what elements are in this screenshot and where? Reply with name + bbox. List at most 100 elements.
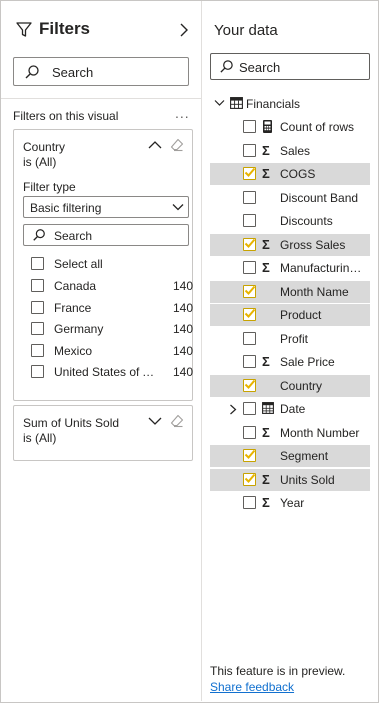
checkmark-icon (244, 473, 256, 483)
select-all-row[interactable]: Select all (23, 254, 189, 274)
field-checkbox[interactable] (243, 402, 256, 415)
chevron-down-icon[interactable] (148, 416, 162, 426)
field-item[interactable]: Count of rows (210, 116, 370, 138)
select-all-label: Select all (54, 257, 103, 271)
chevron-right-icon[interactable] (177, 22, 191, 38)
sigma-icon: Σ (262, 142, 270, 158)
checkbox[interactable] (31, 365, 44, 378)
list-item[interactable]: Germany 140 (23, 319, 193, 339)
country-search-input[interactable]: Search (23, 224, 189, 246)
eraser-icon[interactable] (170, 414, 184, 428)
field-checkbox[interactable] (243, 190, 256, 204)
search-icon (33, 229, 45, 241)
field-item[interactable]: Discounts (210, 210, 370, 232)
field-label: Count of rows (280, 120, 355, 134)
field-item[interactable]: Σ COGS (210, 163, 370, 185)
list-item-count: 140 (172, 279, 193, 293)
field-label: Month Name (280, 284, 349, 299)
table-name: Financials (246, 97, 301, 111)
checkbox[interactable] (31, 322, 44, 335)
checkbox[interactable] (31, 301, 44, 314)
preview-note: This feature is in preview. (210, 664, 346, 678)
chevron-down-icon (172, 204, 184, 211)
field-checkbox[interactable] (243, 261, 256, 274)
checkbox[interactable] (31, 279, 44, 292)
country-search-placeholder: Search (54, 229, 93, 243)
data-pane-title: Your data (214, 22, 278, 39)
units-sold-filter-card[interactable]: Sum of Units Sold is (All) (13, 405, 193, 461)
field-checkbox[interactable] (243, 120, 256, 133)
field-checkbox[interactable] (243, 496, 256, 509)
field-label: Gross Sales (280, 237, 346, 252)
data-pane: Your data Search Financials Count of row… (201, 1, 378, 701)
chevron-right-icon[interactable] (229, 404, 237, 415)
field-item[interactable]: Σ Units Sold (210, 468, 370, 491)
list-item[interactable]: United States of America 140 (23, 362, 193, 382)
field-item[interactable]: Month Name (210, 280, 370, 303)
filter-type-value: Basic filtering (30, 201, 102, 215)
search-icon (220, 60, 233, 73)
country-filter-card[interactable]: Country is (All) Filter type Basic filte… (13, 129, 193, 401)
list-item-count: 140 (172, 322, 193, 336)
checkmark-icon (244, 238, 256, 248)
list-item[interactable]: Canada 140 (23, 276, 193, 296)
list-item-label: Germany (54, 322, 104, 336)
sigma-icon: Σ (262, 471, 270, 487)
field-item[interactable]: Σ Month Number (210, 422, 370, 444)
field-checkbox[interactable] (243, 143, 256, 157)
more-options-icon[interactable]: ... (175, 105, 190, 121)
field-item[interactable]: Σ Gross Sales (210, 233, 370, 256)
field-item[interactable]: Country (210, 374, 370, 397)
field-item[interactable]: Date (210, 398, 370, 420)
share-feedback-link[interactable]: Share feedback (210, 680, 294, 694)
calendar-icon (262, 402, 274, 414)
field-item[interactable]: Σ Sales (210, 140, 370, 162)
list-item-label: United States of America (54, 365, 158, 379)
field-item[interactable]: Discount Band (210, 187, 370, 209)
filters-pane: Filters Search Filters on this visual ..… (1, 1, 201, 701)
list-item[interactable]: Mexico 140 (23, 341, 193, 361)
list-item-count: 140 (172, 301, 193, 315)
field-item[interactable]: Σ Year (210, 492, 370, 514)
field-checkbox[interactable] (243, 214, 256, 227)
eraser-icon[interactable] (170, 138, 184, 152)
checkbox[interactable] (31, 344, 44, 357)
field-label: Manufacturing Price (280, 261, 368, 275)
filters-search-input[interactable]: Search (13, 57, 189, 86)
field-label: Sales (280, 143, 311, 158)
filter-card-subtitle: is (All) (23, 155, 57, 169)
filter-card-title: Sum of Units Sold (23, 416, 120, 430)
checkmark-icon (244, 308, 256, 318)
field-item[interactable]: Σ Manufacturing Price (210, 257, 370, 279)
field-checkbox[interactable] (243, 331, 256, 345)
filter-type-dropdown[interactable]: Basic filtering (23, 196, 189, 218)
filter-card-title: Country (23, 140, 66, 154)
field-item[interactable]: Product (210, 304, 370, 326)
field-checkbox[interactable] (243, 355, 256, 368)
field-item[interactable]: Segment (210, 445, 370, 467)
checkmark-icon (244, 379, 256, 389)
divider (1, 98, 201, 99)
table-icon (230, 97, 243, 109)
field-label: Month Number (280, 425, 360, 440)
data-search-input[interactable]: Search (210, 53, 370, 80)
field-checkbox[interactable] (243, 425, 256, 439)
field-item[interactable]: Profit (210, 328, 370, 350)
select-all-checkbox[interactable] (31, 257, 44, 270)
calculator-icon (263, 120, 272, 133)
field-item[interactable]: Σ Sale Price (210, 351, 370, 373)
list-item[interactable]: France 140 (23, 298, 193, 318)
data-search-placeholder: Search (239, 60, 281, 75)
checkmark-icon (244, 449, 256, 459)
chevron-up-icon[interactable] (148, 140, 162, 150)
list-item-label: Canada (54, 279, 97, 293)
filters-search-placeholder: Search (52, 65, 94, 80)
field-label: Profit (280, 331, 309, 346)
field-label: COGS (280, 167, 316, 181)
table-financials[interactable]: Financials (214, 95, 374, 113)
list-item-count: 140 (172, 365, 193, 379)
sigma-icon: Σ (262, 354, 270, 369)
chevron-down-icon[interactable] (214, 99, 225, 107)
field-label: Year (280, 496, 305, 510)
field-label: Units Sold (280, 472, 335, 487)
